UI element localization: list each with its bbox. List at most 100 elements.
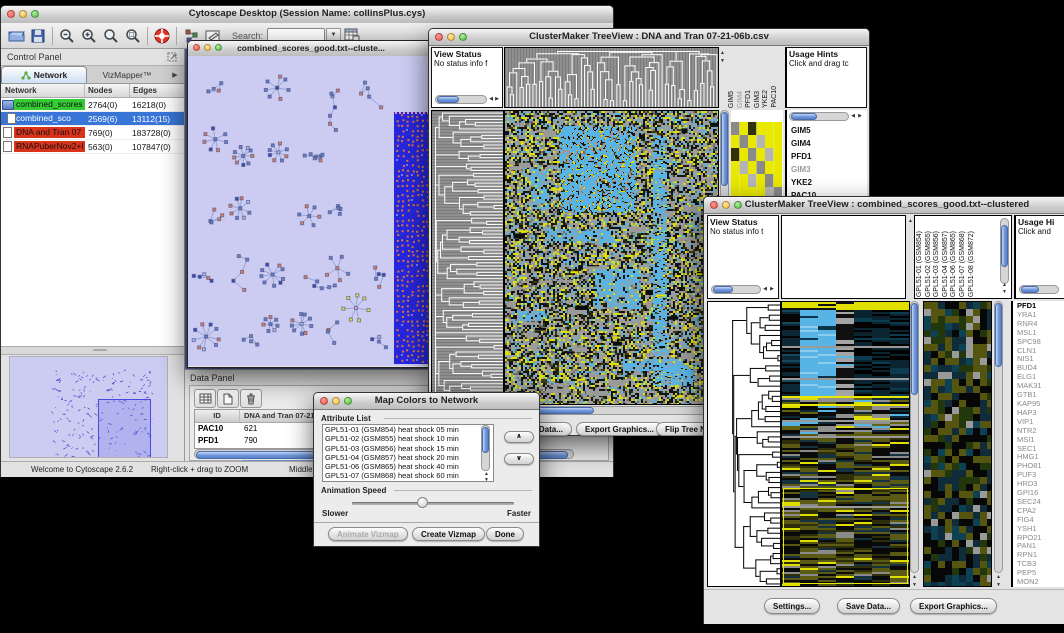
settings-button[interactable]: Settings... xyxy=(764,598,820,614)
scroll-down-icon[interactable]: ▼ xyxy=(720,59,725,64)
treeview2-window: ClusterMaker TreeView : combined_scores_… xyxy=(703,196,1064,624)
attribute-list-scrollbar[interactable] xyxy=(481,425,490,471)
column-dendrogram[interactable] xyxy=(504,47,719,108)
animation-speed-slider[interactable] xyxy=(352,502,514,505)
zoom-selected-button[interactable] xyxy=(122,26,144,46)
network-overview[interactable] xyxy=(9,356,168,458)
control-panel: Control Panel Network VizMapper™ ▶ xyxy=(1,49,185,461)
scroll-up-icon[interactable]: ▲ xyxy=(908,219,913,224)
toolbar-separator xyxy=(176,27,177,45)
create-vizmap-button[interactable]: Create Vizmap xyxy=(412,527,485,541)
float-panel-icon[interactable] xyxy=(167,52,178,63)
network-row[interactable]: combined_sco2569(6)13112(15) xyxy=(1,112,184,126)
scroll-down-icon[interactable]: ▼ xyxy=(912,583,917,588)
scroll-right-icon[interactable]: ▶ xyxy=(858,114,862,119)
scroll-down-icon[interactable]: ▼ xyxy=(1002,290,1007,295)
zoom-in-button[interactable] xyxy=(78,26,100,46)
export-graphics-button[interactable]: Export Graphics... xyxy=(910,598,997,614)
scroll-up-icon[interactable]: ▲ xyxy=(912,575,917,580)
done-button[interactable]: Done xyxy=(486,527,524,541)
save-button[interactable] xyxy=(27,26,49,46)
cluster-row-labels: GIM5GIM4PFD1GIM3YKE2PAC10 xyxy=(791,124,816,202)
view-status-scrollbar[interactable] xyxy=(711,285,761,294)
network-row[interactable]: combined_scores2764(0)16218(0) xyxy=(1,98,184,112)
heatmap-canvas[interactable] xyxy=(781,301,910,587)
tab-network[interactable]: Network xyxy=(1,66,87,83)
treeview2-titlebar[interactable]: ClusterMaker TreeView : combined_scores_… xyxy=(704,197,1064,214)
col-header-nodes[interactable]: Nodes xyxy=(85,84,130,97)
scroll-right-icon[interactable]: ▶ xyxy=(495,97,499,102)
scroll-left-icon[interactable]: ◀ xyxy=(851,114,855,119)
network-edges-count: 16218(0) xyxy=(129,100,184,110)
cluster-submatrix[interactable] xyxy=(923,301,992,587)
zoom-out-button[interactable] xyxy=(56,26,78,46)
move-down-button[interactable]: ∨ xyxy=(504,453,534,465)
attribute-list-item[interactable]: GPL51-07 (GSM868) heat shock 60 min xyxy=(323,471,493,480)
slider-thumb[interactable] xyxy=(417,497,428,508)
tab-overflow-button[interactable]: ▶ xyxy=(167,66,183,83)
new-attribute-button[interactable] xyxy=(217,389,239,408)
gene-list: PFD1YRA1RNR4MSL1SPC98CLN1NIS1BUD4ELG1MAK… xyxy=(1017,302,1042,587)
scroll-down-icon[interactable]: ▼ xyxy=(996,583,1001,588)
attribute-list-item[interactable]: GPL51-04 (GSM857) heat shock 20 min xyxy=(323,453,493,462)
scroll-left-icon[interactable]: ◀ xyxy=(489,97,493,102)
network-view-titlebar[interactable]: combined_scores_good.txt--cluste... xyxy=(188,41,434,57)
cluster-submatrix[interactable] xyxy=(731,122,782,200)
column-labels-scrollbar[interactable] xyxy=(1000,218,1009,284)
row-label: GIM5 xyxy=(791,124,816,137)
scroll-up-icon[interactable]: ▲ xyxy=(996,575,1001,580)
scroll-up-icon[interactable]: ▲ xyxy=(720,51,725,56)
view-status-scrollbar[interactable] xyxy=(435,95,487,104)
export-graphics-button[interactable]: Export Graphics... xyxy=(576,422,663,436)
labels-scrollbar[interactable] xyxy=(789,112,849,121)
network-name: combined_scores xyxy=(14,99,85,110)
gene-label: MON2 xyxy=(1017,578,1042,587)
main-titlebar[interactable]: Cytoscape Desktop (Session Name: collins… xyxy=(1,6,613,24)
network-row[interactable]: DNA and Tran 07769(0)183728(0) xyxy=(1,126,184,140)
main-window-title: Cytoscape Desktop (Session Name: collins… xyxy=(1,8,613,19)
network-row[interactable]: RNAPuberNov2+I563(0)107847(0) xyxy=(1,140,184,154)
usage-hints-scrollbar[interactable] xyxy=(1019,285,1059,294)
network-edges-count: 13112(15) xyxy=(129,114,184,124)
column-labels-box: GPL51-01 (GSM854)GPL51-02 (GSM855)GPL51-… xyxy=(914,215,1012,299)
folder-icon xyxy=(2,100,14,110)
attribute-list[interactable]: GPL51-01 (GSM854) heat shock 05 minGPL51… xyxy=(322,424,494,482)
column-labels: GIM5GIM4PFD1GIM3YKE2PAC10 xyxy=(728,47,782,108)
column-label: GPL51-02 (GSM855) xyxy=(925,231,934,297)
map-dialog-titlebar[interactable]: Map Colors to Network xyxy=(314,393,539,410)
delete-attribute-button[interactable] xyxy=(240,389,262,408)
attribute-list-item[interactable]: GPL51-06 (GSM865) heat shock 40 min xyxy=(323,462,493,471)
heatmap-vscrollbar[interactable] xyxy=(910,301,919,573)
map-dialog-title: Map Colors to Network xyxy=(314,395,539,406)
col-header-edges[interactable]: Edges xyxy=(130,84,184,97)
attribute-list-item[interactable]: GPL51-02 (GSM855) heat shock 10 min xyxy=(323,434,493,443)
tab-vizmapper[interactable]: VizMapper™ xyxy=(87,66,167,83)
network-canvas[interactable] xyxy=(188,56,432,366)
attribute-list-item[interactable]: GPL51-01 (GSM854) heat shock 05 min xyxy=(323,425,493,434)
control-panel-title: Control Panel xyxy=(7,52,62,62)
row-dendrogram[interactable] xyxy=(431,110,504,405)
create-table-button[interactable] xyxy=(194,389,216,408)
heatmap-canvas[interactable] xyxy=(504,110,719,405)
scroll-down-icon[interactable]: ▼ xyxy=(484,478,489,483)
save-data-button[interactable]: Save Data... xyxy=(837,598,900,614)
row-dendrogram[interactable] xyxy=(707,301,781,587)
scroll-right-icon[interactable]: ▶ xyxy=(770,287,774,292)
zoom-fit-button[interactable] xyxy=(100,26,122,46)
scroll-up-icon[interactable]: ▲ xyxy=(1002,283,1007,288)
submatrix-vscrollbar[interactable] xyxy=(994,301,1003,573)
data-col-id[interactable]: ID xyxy=(195,410,240,422)
open-file-button[interactable] xyxy=(5,26,27,46)
save-icon xyxy=(31,29,45,43)
slower-label: Slower xyxy=(322,509,348,518)
treeview1-titlebar[interactable]: ClusterMaker TreeView : DNA and Tran 07-… xyxy=(429,29,869,46)
animate-vizmap-button[interactable]: Animate Vizmap xyxy=(328,527,408,541)
attribute-list-item[interactable]: GPL51-03 (GSM856) heat shock 15 min xyxy=(323,444,493,453)
column-label: GPL51-01 (GSM854) xyxy=(916,231,925,297)
animation-speed-label: Animation Speed xyxy=(321,486,386,495)
move-up-button[interactable]: ∧ xyxy=(504,431,534,443)
help-button[interactable] xyxy=(151,26,173,46)
col-header-network[interactable]: Network xyxy=(1,84,85,97)
panel-splitter[interactable] xyxy=(1,347,184,355)
scroll-left-icon[interactable]: ◀ xyxy=(763,287,767,292)
